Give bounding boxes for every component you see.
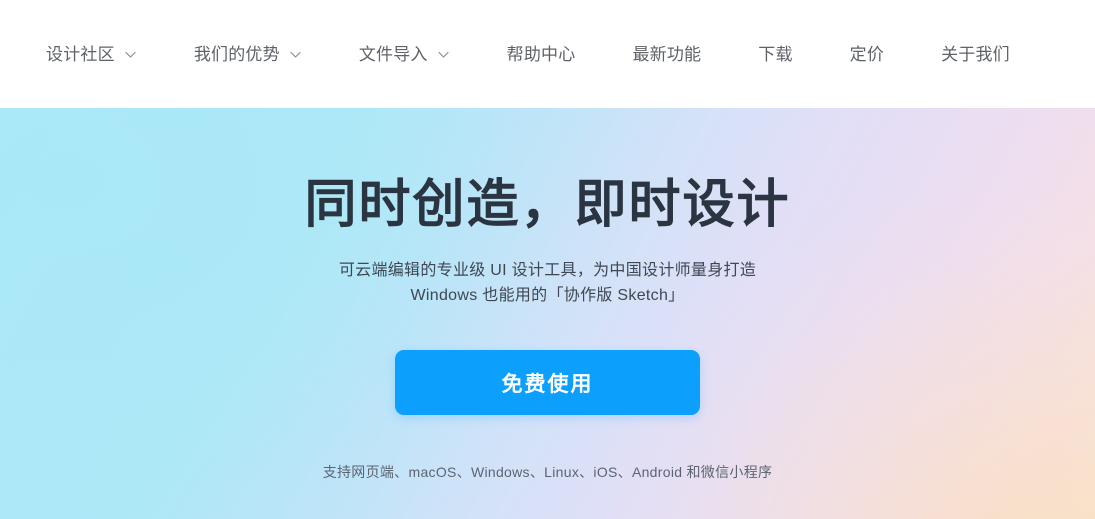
nav-item-download[interactable]: 下载 [758,46,792,63]
nav-label: 下载 [758,44,793,64]
nav-item-file-import[interactable]: 文件导入 [359,46,450,63]
hero-subtitle: 可云端编辑的专业级 UI 设计工具，为中国设计师量身打造 Windows 也能用… [339,234,756,308]
nav-label: 文件导入 [358,44,428,64]
chevron-down-icon [289,48,302,61]
nav-label: 我们的优势 [193,44,280,64]
free-trial-button[interactable]: 免费使用 [395,350,700,416]
nav-label: 帮助中心 [506,44,576,64]
chevron-down-icon [124,48,137,61]
hero-subtitle-line-2: Windows 也能用的「协作版 Sketch」 [410,287,685,305]
nav-label: 关于我们 [941,44,1010,64]
nav-item-help-center[interactable]: 帮助中心 [507,46,576,63]
page-title: 同时创造，即时设计 [304,176,791,234]
hero-section: 同时创造，即时设计 可云端编辑的专业级 UI 设计工具，为中国设计师量身打造 W… [0,108,1095,519]
nav-label: 定价 [849,44,885,64]
nav-item-our-advantages[interactable]: 我们的优势 [194,46,302,63]
main-navigation: 设计社区 我们的优势 文件导入 帮助中心 最新功能 下载 定价 关于我们 [0,0,1095,108]
hero-subtitle-line-1: 可云端编辑的专业级 UI 设计工具，为中国设计师量身打造 [338,262,757,280]
nav-item-latest-features[interactable]: 最新功能 [632,46,701,63]
chevron-down-icon [437,48,450,61]
nav-label: 设计社区 [46,44,115,64]
nav-item-pricing[interactable]: 定价 [850,46,884,63]
landing-page: 设计社区 我们的优势 文件导入 帮助中心 最新功能 下载 定价 关于我们 同时创… [0,0,1095,519]
platform-support-note: 支持网页端、macOS、Windows、Linux、iOS、Android 和微… [322,464,773,481]
cta-container: 免费使用 [395,308,700,416]
nav-item-design-community[interactable]: 设计社区 [46,46,137,63]
nav-list: 设计社区 我们的优势 文件导入 帮助中心 最新功能 下载 定价 关于我们 [46,46,1010,63]
hero-content: 同时创造，即时设计 可云端编辑的专业级 UI 设计工具，为中国设计师量身打造 W… [0,108,1095,482]
nav-item-about-us[interactable]: 关于我们 [941,46,1010,63]
nav-label: 最新功能 [632,44,702,64]
